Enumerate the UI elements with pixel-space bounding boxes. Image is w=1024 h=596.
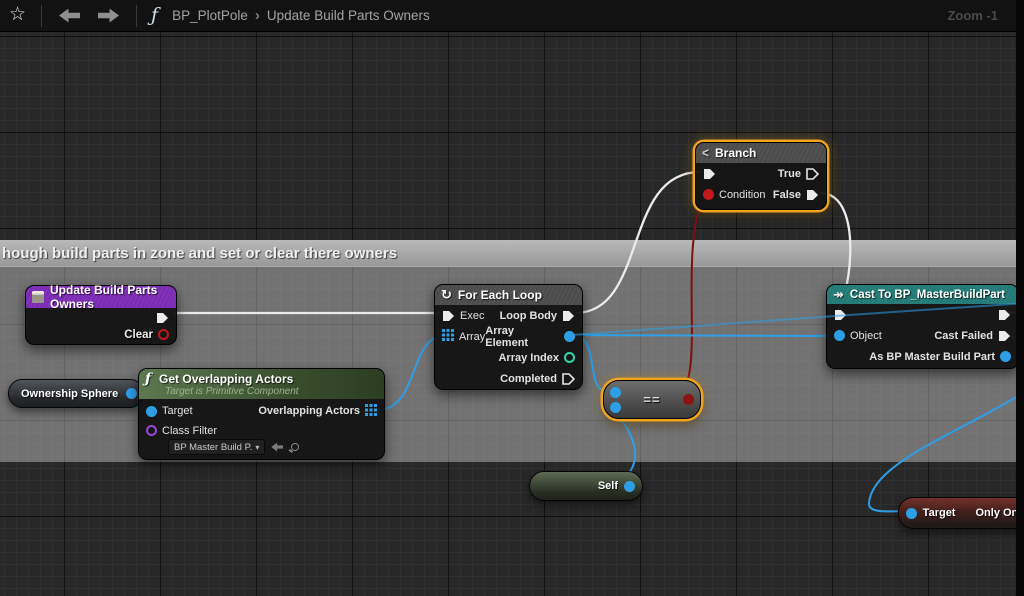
pin-label-class-filter: Class Filter — [162, 425, 217, 437]
self-output-pin[interactable] — [624, 481, 635, 492]
forward-arrow-icon[interactable] — [98, 9, 119, 23]
node-get-overlapping-actors[interactable]: ƒ Get Overlapping Actors Target is Primi… — [138, 368, 385, 460]
pin-label-completed: Completed — [500, 373, 557, 385]
breadcrumb-chevron-icon: › — [255, 7, 260, 24]
right-edge-scrollbar[interactable] — [1016, 0, 1024, 596]
node-ownership-sphere-getter[interactable]: Ownership Sphere — [8, 379, 144, 408]
node-title: For Each Loop — [458, 288, 542, 302]
loop-icon: ↻ — [441, 287, 452, 303]
array-index-pin[interactable] — [564, 352, 575, 363]
node-cast-to-bp-masterbuildpart[interactable]: ↠ Cast To BP_MasterBuildPart Object Cast… — [826, 284, 1019, 369]
toolbar-divider — [41, 5, 42, 27]
pin-label-array-element: Array Element — [485, 325, 559, 349]
node-update-build-parts-owners[interactable]: Update Build Parts Owners Clear — [25, 285, 177, 345]
toolbar-divider — [136, 5, 137, 27]
pin-label-array-index: Array Index — [498, 352, 559, 364]
exec-input-pin[interactable] — [442, 310, 455, 322]
pin-label-clear: Clear — [124, 329, 153, 341]
node-self-reference[interactable]: Self — [529, 471, 643, 501]
pin-label-condition: Condition — [719, 189, 765, 201]
back-arrow-icon[interactable] — [59, 9, 80, 23]
node-branch[interactable]: < Branch True Condition False — [695, 142, 827, 210]
self-label: Self — [598, 480, 618, 492]
pin-label-loop-body: Loop Body — [500, 310, 557, 322]
node-partial-bottom-right[interactable]: Target Only One O — [898, 497, 1024, 529]
exec-input-pin[interactable] — [834, 309, 847, 321]
false-exec-pin[interactable] — [806, 189, 819, 201]
equal-symbol: == — [643, 392, 660, 407]
target-input-pin[interactable] — [146, 406, 157, 417]
pin-label-exec: Exec — [460, 310, 484, 322]
use-selected-arrow-icon[interactable] — [271, 443, 283, 452]
equal-result-pin[interactable] — [683, 394, 694, 405]
node-title: Cast To BP_MasterBuildPart — [850, 289, 1005, 301]
pin-label-target: Target — [923, 507, 956, 519]
class-filter-dropdown[interactable]: BP Master Build P. ▾ — [168, 439, 265, 455]
node-subtitle: Target is Primitive Component — [165, 386, 378, 397]
node-equal-equal[interactable]: == — [603, 380, 701, 419]
cast-failed-exec-pin[interactable] — [998, 330, 1011, 342]
exec-input-pin[interactable] — [703, 168, 716, 180]
equal-input-a-pin[interactable] — [610, 387, 621, 398]
function-icon: ƒ — [145, 371, 151, 387]
ownership-sphere-output-pin[interactable] — [126, 388, 137, 399]
node-title: Branch — [715, 146, 756, 160]
clear-bool-pin[interactable] — [158, 329, 169, 340]
pin-label-overlapping-actors: Overlapping Actors — [258, 405, 360, 417]
event-grid-icon — [32, 291, 44, 303]
variable-label: Ownership Sphere — [21, 388, 118, 400]
zoom-level-label: Zoom -1 — [947, 8, 998, 23]
pin-label-object: Object — [850, 330, 882, 342]
class-filter-pin[interactable] — [146, 425, 157, 436]
target-input-pin[interactable] — [906, 508, 917, 519]
completed-exec-pin[interactable] — [562, 373, 575, 385]
pin-label-cast-failed: Cast Failed — [934, 330, 993, 342]
overlapping-actors-array-pin[interactable] — [365, 404, 377, 419]
favorite-star-icon[interactable]: ☆ — [9, 3, 26, 26]
pin-label-as-bp-master-build-part: As BP Master Build Part — [869, 351, 995, 363]
pin-label-array: Array — [459, 331, 485, 343]
exec-output-pin[interactable] — [156, 312, 169, 324]
array-input-pin[interactable] — [442, 329, 454, 344]
browse-magnifier-icon[interactable] — [289, 442, 300, 453]
branch-icon: < — [702, 145, 709, 161]
comment-title-bar[interactable]: hough build parts in zone and set or cle… — [0, 240, 1024, 267]
node-for-each-loop[interactable]: ↻ For Each Loop Exec Loop Body Array Arr… — [434, 284, 583, 390]
blueprint-graph-canvas[interactable]: hough build parts in zone and set or cle… — [0, 0, 1024, 596]
condition-bool-pin[interactable] — [703, 189, 714, 200]
dropdown-caret-icon: ▾ — [255, 443, 259, 452]
pin-label-false: False — [773, 189, 801, 201]
pin-label-target: Target — [162, 405, 193, 417]
as-bp-master-build-part-pin[interactable] — [1000, 351, 1011, 362]
object-input-pin[interactable] — [834, 330, 845, 341]
breadcrumb-current[interactable]: Update Build Parts Owners — [267, 8, 430, 23]
graph-toolbar: ☆ ƒ BP_PlotPole › Update Build Parts Own… — [0, 0, 1024, 32]
exec-output-pin[interactable] — [998, 309, 1011, 321]
loop-body-exec-pin[interactable] — [562, 310, 575, 322]
node-title: Get Overlapping Actors — [159, 372, 293, 386]
pin-label-true: True — [778, 168, 801, 180]
comment-title: hough build parts in zone and set or cle… — [0, 245, 397, 262]
node-title: Update Build Parts Owners — [50, 283, 170, 311]
equal-input-b-pin[interactable] — [610, 402, 621, 413]
function-icon: ƒ — [151, 4, 158, 26]
true-exec-pin[interactable] — [806, 168, 819, 180]
breadcrumb-root[interactable]: BP_PlotPole — [172, 8, 248, 23]
array-element-pin[interactable] — [564, 331, 575, 342]
cast-icon: ↠ — [833, 287, 844, 303]
